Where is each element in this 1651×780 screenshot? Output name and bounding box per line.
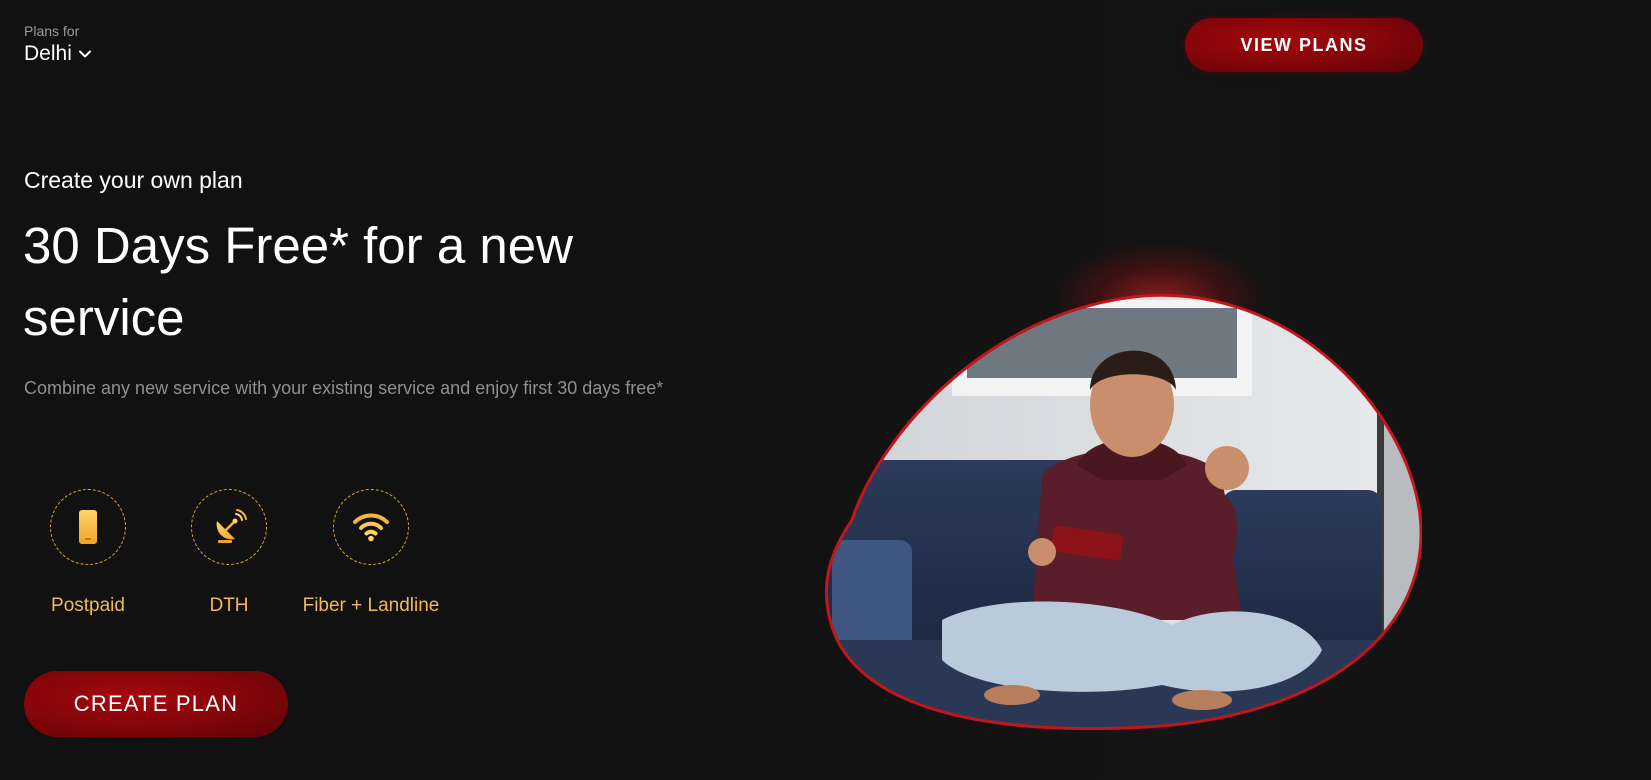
- phone-icon: [79, 510, 97, 544]
- hero-headline: 30 Days Free* for a new service: [23, 217, 573, 346]
- service-postpaid[interactable]: Postpaid: [18, 489, 158, 617]
- service-label: DTH: [209, 595, 249, 616]
- location-value: Delhi: [24, 42, 72, 65]
- service-fiber-landline[interactable]: Fiber + Landline: [300, 489, 442, 617]
- location-selector[interactable]: Plans for Delhi: [24, 23, 92, 66]
- service-dth[interactable]: DTH: [158, 489, 300, 617]
- service-circle: [50, 489, 126, 565]
- service-label: Fiber + Landline: [302, 595, 440, 616]
- service-options: Postpaid DTH Fiber + Landline: [24, 489, 442, 617]
- page: Plans for Delhi VIEW PLANS Create your o…: [0, 0, 1651, 780]
- service-circle: [333, 489, 409, 565]
- service-label: Postpaid: [51, 595, 125, 616]
- hero-description: Combine any new service with your existi…: [24, 378, 664, 398]
- satellite-dish-icon: [216, 509, 247, 543]
- wifi-icon: [353, 513, 389, 542]
- hero-image: [824, 293, 1422, 730]
- view-plans-button[interactable]: VIEW PLANS: [1185, 18, 1423, 72]
- service-circle: [191, 489, 267, 565]
- create-plan-button[interactable]: CREATE PLAN: [24, 671, 288, 737]
- hero-eyebrow: Create your own plan: [24, 167, 243, 193]
- chevron-down-icon: [78, 47, 92, 61]
- location-caption: Plans for: [24, 23, 80, 39]
- location-dropdown[interactable]: Delhi: [24, 42, 92, 66]
